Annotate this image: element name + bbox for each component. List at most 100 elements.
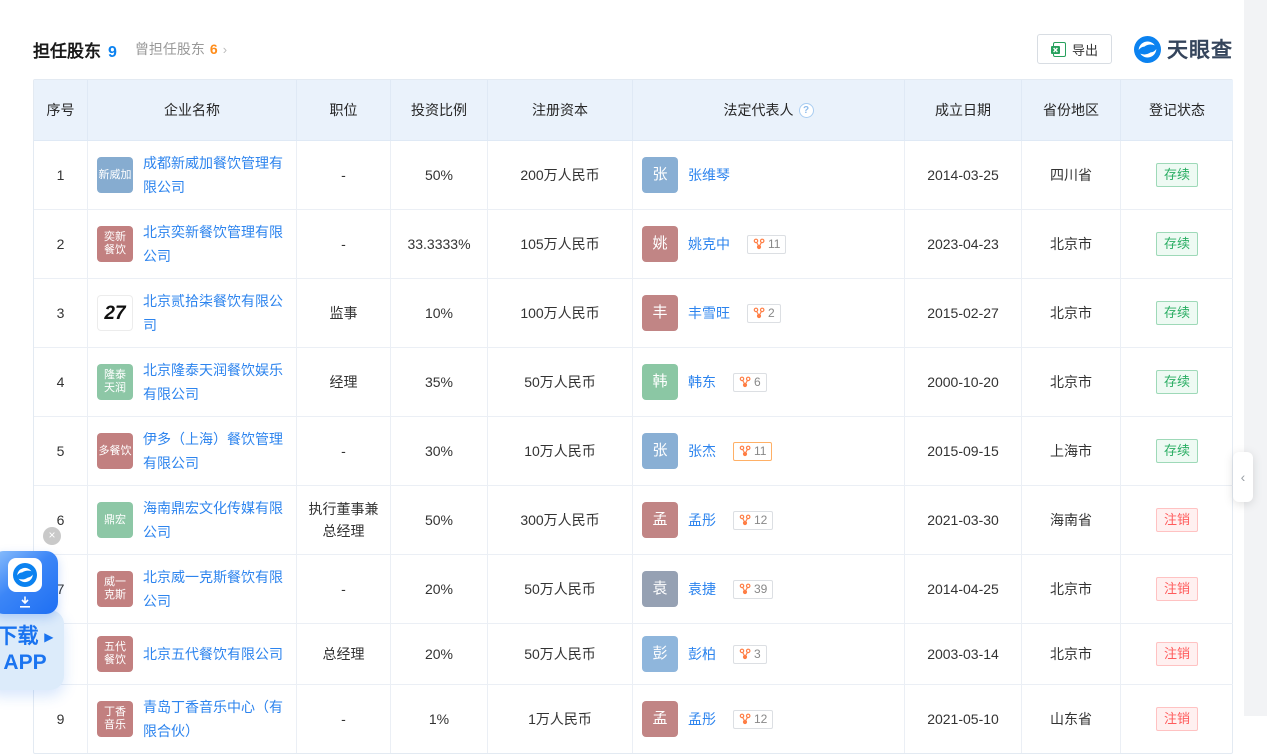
excel-icon [1051,42,1066,57]
table-row: 3 27 北京贰拾柒餐饮有限公司 监事 10% 100万人民币 丰 丰雪旺 [34,279,1232,348]
company-name-link[interactable]: 成都新威加餐饮管理有限公司 [143,151,288,199]
rep-avatar: 韩 [642,364,678,400]
tab-current-shareholder: 担任股东 9 [33,37,117,62]
company-name-link[interactable]: 北京奕新餐饮管理有限公司 [143,220,288,268]
sidebar-collapse-handle[interactable]: ‹ [1233,452,1253,502]
company-name-link[interactable]: 北京威一克斯餐饮有限公司 [143,565,288,613]
region-cell: 四川省 [1022,141,1121,210]
position-cell: - [297,417,391,486]
ratio-cell: 50% [391,141,488,210]
status-cell: 存续 [1121,348,1233,417]
download-arrow-icon [18,596,32,608]
export-button[interactable]: 导出 [1037,34,1112,64]
rep-graph-badge[interactable]: 3 [733,645,767,664]
company-logo: 威一克斯 [97,571,133,607]
app-download-card[interactable] [0,551,58,614]
status-badge: 存续 [1156,232,1198,256]
company-name-link[interactable]: 北京隆泰天润餐饮娱乐有限公司 [143,358,288,406]
company-name-link[interactable]: 伊多（上海）餐饮管理有限公司 [143,427,288,475]
help-icon[interactable]: ? [799,103,814,118]
company-logo: 鼎宏 [97,502,133,538]
ratio-cell: 1% [391,685,488,753]
company-cell: 新威加 成都新威加餐饮管理有限公司 [88,141,297,210]
company-cell: 威一克斯 北京威一克斯餐饮有限公司 [88,555,297,624]
rep-graph-badge[interactable]: 12 [733,710,773,729]
company-name-link[interactable]: 海南鼎宏文化传媒有限公司 [143,496,288,544]
rep-avatar: 张 [642,157,678,193]
capital-cell: 50万人民币 [488,348,633,417]
rep-graph-badge[interactable]: 12 [733,511,773,530]
rep-graph-badge[interactable]: 2 [747,304,781,323]
rep-name-link[interactable]: 彭柏 [688,643,716,665]
status-cell: 存续 [1121,210,1233,279]
current-shareholder-count: 9 [108,44,117,62]
capital-cell: 10万人民币 [488,417,633,486]
brand-name: 天眼查 [1167,34,1233,64]
status-badge: 存续 [1156,163,1198,187]
rep-graph-badge[interactable]: 6 [733,373,767,392]
region-cell: 山东省 [1022,685,1121,753]
status-cell: 存续 [1121,417,1233,486]
company-cell: 27 北京贰拾柒餐饮有限公司 [88,279,297,348]
col-header-company: 企业名称 [88,80,297,141]
badge-count: 3 [754,643,761,665]
shareholder-table: 序号 企业名称 职位 投资比例 注册资本 法定代表人 ? 成立日期 省份地区 登… [33,79,1233,754]
rep-avatar: 丰 [642,295,678,331]
region-cell: 海南省 [1022,486,1121,555]
badge-count: 12 [754,509,767,531]
rep-name-link[interactable]: 袁捷 [688,578,716,600]
former-shareholder-count: 6 [210,41,218,57]
rep-name-link[interactable]: 姚克中 [688,233,730,255]
region-cell: 北京市 [1022,348,1121,417]
download-text-line2: APP [3,650,46,676]
rep-name-link[interactable]: 孟彤 [688,708,716,730]
position-cell: - [297,210,391,279]
col-header-position: 职位 [297,80,391,141]
position-cell: - [297,141,391,210]
status-badge: 存续 [1156,370,1198,394]
status-cell: 注销 [1121,624,1233,685]
company-name-link[interactable]: 北京贰拾柒餐饮有限公司 [143,289,288,337]
company-name-link[interactable]: 青岛丁香音乐中心（有限合伙） [143,695,288,743]
rep-name-link[interactable]: 张维琴 [688,164,730,186]
legal-rep-cell: 姚 姚克中 11 [633,210,905,279]
company-cell: 隆泰天润 北京隆泰天润餐饮娱乐有限公司 [88,348,297,417]
capital-cell: 1万人民币 [488,685,633,753]
export-button-label: 导出 [1072,40,1098,59]
close-icon[interactable]: × [43,527,61,545]
company-name-link[interactable]: 北京五代餐饮有限公司 [143,642,283,666]
ratio-cell: 20% [391,624,488,685]
ratio-cell: 10% [391,279,488,348]
rep-graph-badge[interactable]: 11 [733,442,772,461]
col-header-legal-rep: 法定代表人 ? [633,80,905,141]
row-seq: 9 [34,685,88,753]
relationship-graph-icon [753,238,765,250]
row-seq: 4 [34,348,88,417]
status-badge: 注销 [1156,642,1198,666]
tab-former-shareholder[interactable]: 曾担任股东 6 › [135,39,227,59]
relationship-graph-icon [739,713,751,725]
rep-avatar: 孟 [642,701,678,737]
position-cell: 经理 [297,348,391,417]
rep-name-link[interactable]: 韩东 [688,371,716,393]
legal-rep-cell: 丰 丰雪旺 2 [633,279,905,348]
table-row: 1 新威加 成都新威加餐饮管理有限公司 - 50% 200万人民币 张 张维琴 … [34,141,1232,210]
region-cell: 北京市 [1022,555,1121,624]
rep-graph-badge[interactable]: 11 [747,235,786,254]
row-seq: 3 [34,279,88,348]
status-badge: 存续 [1156,301,1198,325]
brand-logo[interactable]: 天眼查 [1134,34,1233,64]
rep-name-link[interactable]: 孟彤 [688,509,716,531]
rep-name-link[interactable]: 张杰 [688,440,716,462]
table-row: 2 奕新餐饮 北京奕新餐饮管理有限公司 - 33.3333% 105万人民币 姚… [34,210,1232,279]
rep-name-link[interactable]: 丰雪旺 [688,302,730,324]
company-logo: 奕新餐饮 [97,226,133,262]
download-app-banner[interactable]: 下载 ▶ APP [0,610,64,690]
badge-count: 12 [754,708,767,730]
relationship-graph-icon [739,514,751,526]
legal-rep-cell: 张 张杰 11 [633,417,905,486]
rep-graph-badge[interactable]: 39 [733,580,773,599]
col-header-date: 成立日期 [905,80,1022,141]
rep-avatar: 姚 [642,226,678,262]
former-shareholder-label: 曾担任股东 [135,39,205,59]
